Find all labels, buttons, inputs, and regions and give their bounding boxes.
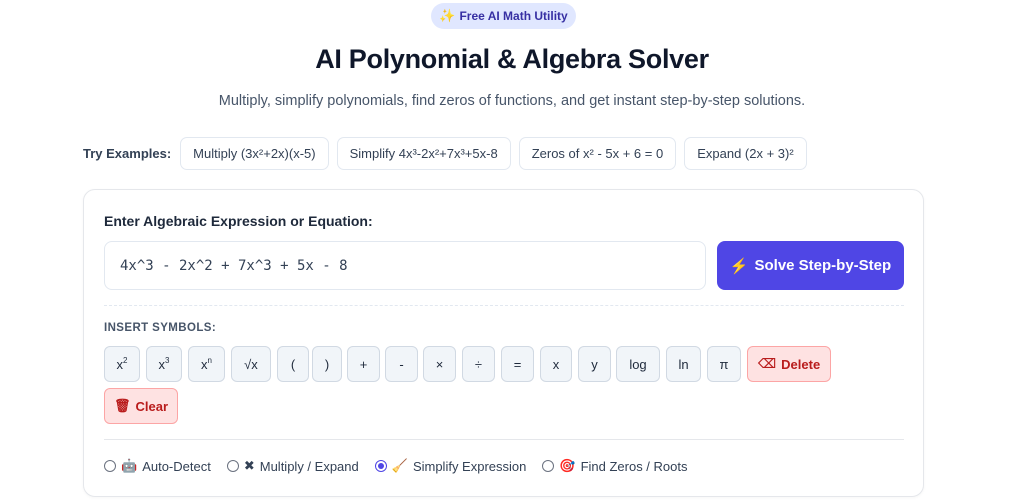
radio-auto-detect[interactable] [104,460,116,472]
symbol-x-button[interactable]: x [540,346,572,382]
mode-label: Auto-Detect [142,458,211,474]
clear-label: Clear [135,398,169,414]
insert-symbols-label: INSERT SYMBOLS: [104,322,217,334]
free-utility-badge: ✨ Free AI Math Utility [431,3,576,29]
symbol-exponent: 3 [165,355,170,365]
badge-text: Free AI Math Utility [459,9,568,23]
sparkle-icon: ✨ [439,8,456,23]
mode-label: Multiply / Expand [259,458,359,474]
backspace-icon: ⌫ [757,356,777,371]
lightning-icon: ⚡ [729,257,749,275]
target-icon: 🎯 [559,458,576,473]
symbol-y-button[interactable]: y [578,346,611,382]
example-chip-zeros[interactable]: Zeros of x² - 5x + 6 = 0 [518,137,677,170]
robot-icon: 🤖 [121,458,138,473]
trash-icon: 🗑 [113,398,131,413]
solve-button[interactable]: ⚡ Solve Step-by-Step [717,241,904,290]
expression-label: Enter Algebraic Expression or Equation: [104,213,373,229]
symbol-divide-button[interactable]: ÷ [462,346,495,382]
multiply-icon: ✖ [243,458,255,473]
examples-label: Try Examples: [83,146,172,161]
symbol-minus-button[interactable]: - [385,346,418,382]
delete-label: Delete [781,356,821,372]
symbol-log-button[interactable]: log [616,346,660,382]
broom-icon: 🧹 [391,458,408,473]
symbol-left-paren-button[interactable]: ( [277,346,309,382]
mode-simplify-expression[interactable]: 🧹 Simplify Expression [374,458,527,474]
solve-mode-group: 🤖 Auto-Detect ✖ Multiply / Expand 🧹 Simp… [104,457,704,475]
symbol-multiply-button[interactable]: × [423,346,456,382]
symbol-sqrt-button[interactable]: √x [231,346,271,382]
symbol-ln-button[interactable]: ln [666,346,701,382]
delete-button[interactable]: ⌫ Delete [747,346,831,382]
mode-label: Find Zeros / Roots [580,458,688,474]
symbol-plus-button[interactable]: + [347,346,380,382]
symbol-x-squared-button[interactable]: x2 [104,346,140,382]
mode-label: Simplify Expression [412,458,527,474]
page-title: AI Polynomial & Algebra Solver [315,44,709,74]
symbol-right-paren-button[interactable]: ) [312,346,342,382]
clear-button[interactable]: 🗑 Clear [104,388,178,424]
symbol-x-cubed-button[interactable]: x3 [146,346,182,382]
symbol-exponent: n [207,355,212,365]
solve-button-label: Solve Step-by-Step [754,257,892,274]
radio-multiply-expand[interactable] [226,460,239,472]
symbol-exponent: 2 [123,355,128,365]
examples-bar: Try Examples: Multiply (3x²+2x)(x-5) Sim… [83,137,807,170]
mode-find-zeros[interactable]: 🎯 Find Zeros / Roots [542,458,688,474]
mode-auto-detect[interactable]: 🤖 Auto-Detect [104,458,211,474]
symbol-x-power-n-button[interactable]: xn [188,346,225,382]
section-divider [104,305,904,306]
example-chip-simplify[interactable]: Simplify 4x³-2x²+7x³+5x-8 [336,137,511,170]
symbol-pi-button[interactable]: π [707,346,741,382]
modes-divider [104,439,904,440]
page-subtitle: Multiply, simplify polynomials, find zer… [218,93,806,109]
example-chip-expand[interactable]: Expand (2x + 3)² [684,137,807,170]
expression-input[interactable] [104,241,706,290]
mode-multiply-expand[interactable]: ✖ Multiply / Expand [226,458,359,474]
radio-find-zeros[interactable] [542,460,555,472]
example-chip-multiply[interactable]: Multiply (3x²+2x)(x-5) [180,137,329,170]
radio-simplify-expression[interactable] [374,460,387,472]
symbol-equals-button[interactable]: = [501,346,534,382]
solver-card: Enter Algebraic Expression or Equation: … [83,189,924,497]
